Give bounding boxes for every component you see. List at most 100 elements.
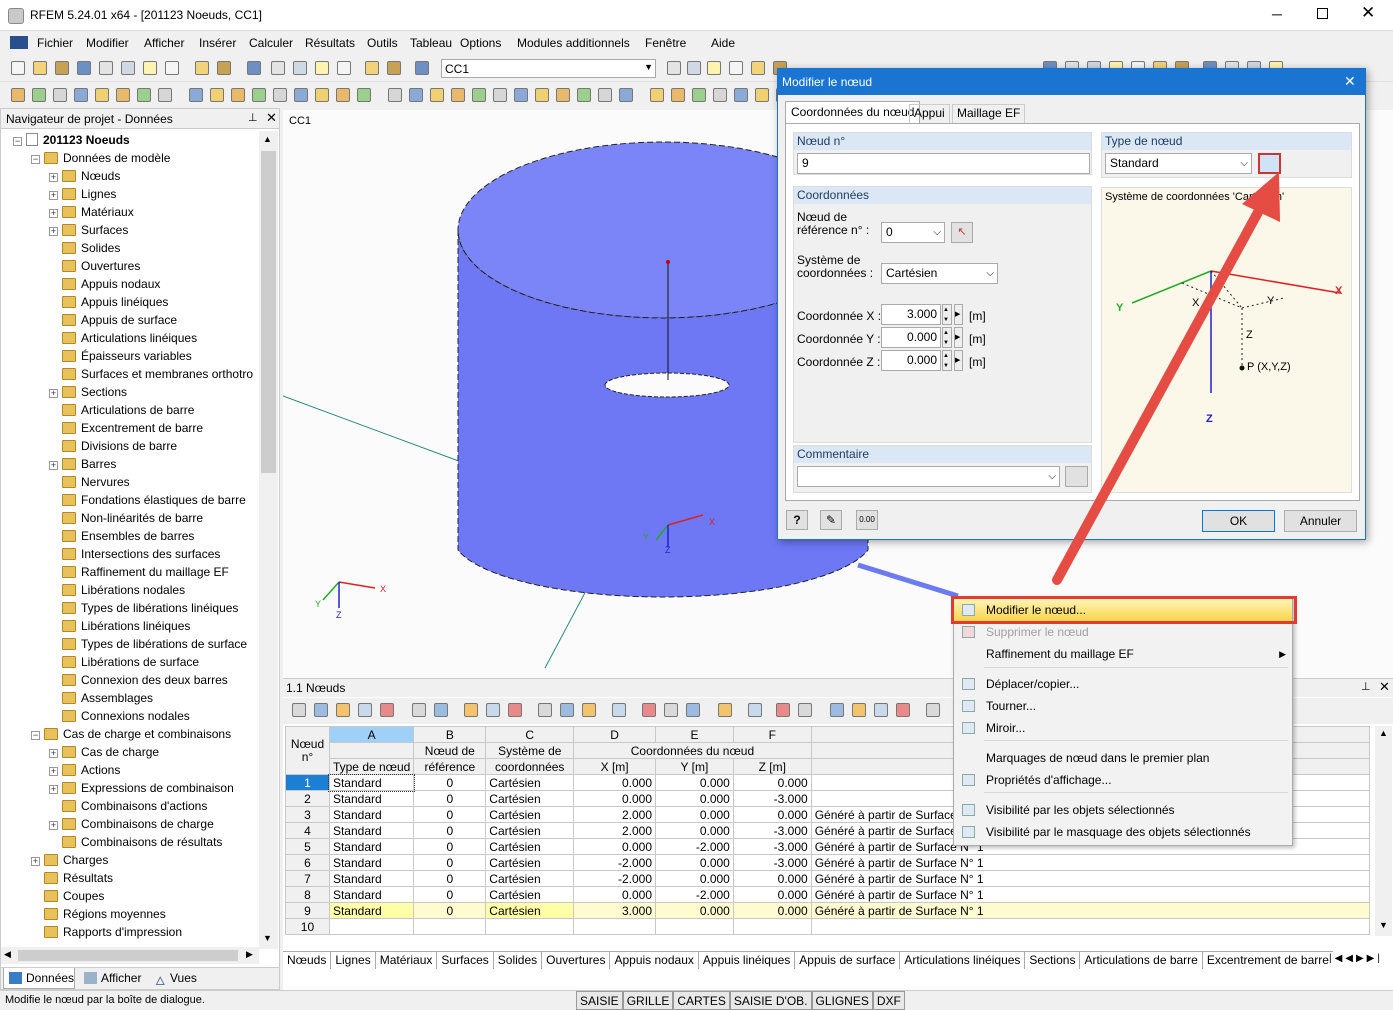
tbt-button-0[interactable] <box>289 700 309 720</box>
tb2-button-22[interactable] <box>490 85 510 105</box>
menu-9[interactable]: Modules additionnels <box>517 36 630 50</box>
tb1-button-9[interactable] <box>214 58 234 78</box>
navigator-scrollbar[interactable]: ▲ ▼ <box>259 131 278 949</box>
tree-item[interactable]: Non-linéarités de barre <box>49 509 203 527</box>
tb1-button-14[interactable] <box>334 58 354 78</box>
tree-item[interactable]: Divisions de barre <box>49 437 177 455</box>
scroll-down-arrow[interactable]: ▼ <box>1379 920 1388 930</box>
status-toggle[interactable]: SAISIE <box>576 991 623 1010</box>
tb1-button-10[interactable] <box>244 58 264 78</box>
cell-no[interactable]: 8 <box>285 886 330 903</box>
cell-ref[interactable]: 0 <box>413 806 487 823</box>
pick-node-button[interactable]: ↖ <box>951 222 973 243</box>
col-letter-e[interactable]: E <box>655 726 734 743</box>
cell-z[interactable]: -3.000 <box>732 854 812 871</box>
tb2-button-25[interactable] <box>553 85 573 105</box>
cell-sys[interactable]: Cartésien <box>485 886 575 903</box>
tb1-button-22[interactable] <box>748 58 768 78</box>
tb2-button-24[interactable] <box>532 85 552 105</box>
tb1-button-11[interactable] <box>268 58 288 78</box>
hscroll-thumb[interactable] <box>18 950 238 961</box>
cell-x[interactable]: -2.000 <box>573 854 657 871</box>
tab-appui[interactable]: Appui <box>909 104 950 123</box>
cell-type[interactable]: Standard <box>328 854 415 871</box>
tree-item[interactable]: Appuis de surface <box>49 311 177 329</box>
tree-item[interactable]: Fondations élastiques de barre <box>49 491 246 509</box>
expand-icon[interactable]: + <box>49 389 58 398</box>
cell-ref[interactable] <box>413 918 487 935</box>
menu-4[interactable]: Calculer <box>249 36 293 50</box>
cell-c[interactable]: Généré à partir de Surface N° 1 <box>810 886 1370 903</box>
tb2-button-19[interactable] <box>427 85 447 105</box>
cell-sys[interactable] <box>485 918 575 935</box>
tb2-button-8[interactable] <box>186 85 206 105</box>
node-type-select[interactable]: Standard ⌵ <box>1105 153 1252 174</box>
tbt-button-12[interactable] <box>579 700 599 720</box>
menu-7[interactable]: Tableau <box>410 36 452 50</box>
cell-ref[interactable]: 0 <box>413 774 487 791</box>
cell-sys[interactable]: Cartésien <box>485 774 575 791</box>
cell-type[interactable]: Standard <box>328 838 415 855</box>
tree-item[interactable]: Régions moyennes <box>31 905 166 923</box>
table-row[interactable]: 6 Standard 0 Cartésien -2.000 0.000 -3.000 Géné… <box>285 854 1370 871</box>
tbt-button-3[interactable] <box>355 700 375 720</box>
menu-8[interactable]: Options <box>460 36 501 50</box>
cell-no[interactable]: 1 <box>285 774 330 791</box>
expand-icon[interactable]: + <box>49 191 58 200</box>
tree-item[interactable]: + Nœuds <box>49 167 120 185</box>
tree-item[interactable]: Solides <box>49 239 120 257</box>
cell-y[interactable]: -2.000 <box>655 886 734 903</box>
cell-ref[interactable]: 0 <box>413 838 487 855</box>
cell-c[interactable]: Généré à partir de Surface N° 1 <box>810 854 1370 871</box>
expand-icon[interactable]: + <box>49 767 58 776</box>
ref-node-select[interactable]: 0 ⌵ <box>881 222 945 243</box>
table-row[interactable]: 8 Standard 0 Cartésien 0.000 -2.000 0.000 Génér… <box>285 886 1370 903</box>
tb1-button-13[interactable] <box>312 58 332 78</box>
cell-sys[interactable]: Cartésien <box>485 838 575 855</box>
cell-type[interactable] <box>328 918 415 935</box>
cell-no[interactable]: 7 <box>285 870 330 887</box>
status-toggle[interactable]: CARTES <box>673 991 730 1010</box>
cell-y[interactable]: 0.000 <box>655 774 734 791</box>
tree-item[interactable]: Libérations de surface <box>49 653 199 671</box>
tree-item[interactable]: Combinaisons d'actions <box>49 797 207 815</box>
tbt-button-6[interactable] <box>431 700 451 720</box>
tb1-button-7[interactable] <box>162 58 182 78</box>
tb1-button-0[interactable] <box>8 58 28 78</box>
tb2-button-11[interactable] <box>249 85 269 105</box>
tree-item[interactable]: + Actions <box>49 761 120 779</box>
cell-x[interactable]: -2.000 <box>573 870 657 887</box>
cell-y[interactable]: 0.000 <box>655 870 734 887</box>
menu-5[interactable]: Résultats <box>305 36 355 50</box>
tb2-button-20[interactable] <box>448 85 468 105</box>
tree-item[interactable]: Types de libérations de surface <box>49 635 247 653</box>
col-letter-a[interactable]: A <box>328 726 415 743</box>
cell-z[interactable]: 0.000 <box>732 870 812 887</box>
status-toggle[interactable]: GRILLE <box>622 991 674 1010</box>
tbt-button-1[interactable] <box>311 700 331 720</box>
tbt-button-11[interactable] <box>557 700 577 720</box>
cell-type[interactable]: Standard <box>328 773 415 792</box>
table-row[interactable]: 10 <box>285 918 1370 935</box>
expand-icon[interactable]: + <box>49 749 58 758</box>
cell-y[interactable]: 0.000 <box>655 790 734 807</box>
close-icon[interactable]: ✕ <box>266 110 277 126</box>
dialog-close-icon[interactable]: ✕ <box>1344 73 1356 90</box>
tbt-button-20[interactable] <box>795 700 815 720</box>
close-button[interactable]: ✕ <box>1361 3 1375 23</box>
coord-z-menu[interactable]: ▶ <box>954 350 963 371</box>
tb2-button-2[interactable] <box>50 85 70 105</box>
tab-donnees[interactable]: Données <box>3 968 75 989</box>
tb2-button-27[interactable] <box>595 85 615 105</box>
cancel-button[interactable]: Annuler <box>1284 510 1357 532</box>
expand-icon[interactable]: + <box>49 173 58 182</box>
menu-0[interactable]: Fichier <box>37 36 73 50</box>
tbt-button-5[interactable] <box>409 700 429 720</box>
cell-y[interactable]: 0.000 <box>655 806 734 823</box>
tbt-button-22[interactable] <box>849 700 869 720</box>
cell-sys[interactable]: Cartésien <box>485 902 575 919</box>
cell-sys[interactable]: Cartésien <box>485 822 575 839</box>
tb1-button-21[interactable] <box>726 58 746 78</box>
cell-no[interactable]: 4 <box>285 822 330 839</box>
coord-y-menu[interactable]: ▶ <box>954 327 963 348</box>
